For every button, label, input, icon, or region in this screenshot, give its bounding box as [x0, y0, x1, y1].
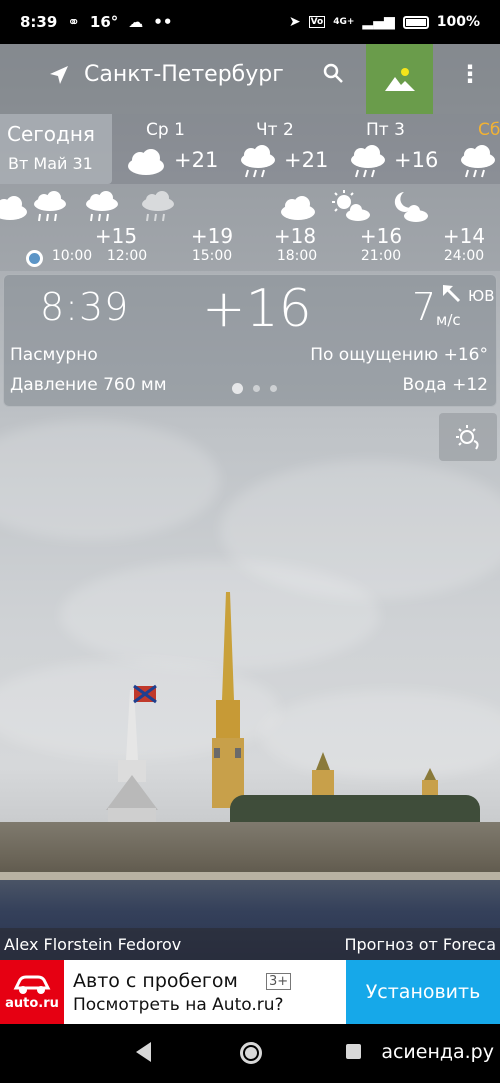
today-label: Сегодня — [7, 122, 95, 146]
more-notifications-icon: •• — [153, 13, 173, 31]
location-arrow-icon[interactable] — [48, 64, 70, 92]
hour-temp: +14 — [442, 224, 486, 248]
hour-time: 18:00 — [276, 248, 318, 264]
car-icon — [13, 975, 51, 994]
hour-temp: +15 — [94, 224, 138, 248]
current-hour-indicator — [26, 250, 43, 267]
status-bar: 8:39 ⚭ 16° ☁ •• ➤ Vo 4G+ ▂▄▆ 100% — [0, 0, 500, 44]
ad-logo: auto.ru — [0, 960, 64, 1024]
page-indicator — [232, 383, 277, 394]
status-time: 8:39 — [20, 13, 58, 31]
water-temperature: Вода +12 — [402, 375, 488, 395]
ad-title: Авто с пробегом — [73, 970, 238, 992]
hour-time: 10:00 — [51, 248, 93, 264]
wind-speed: 7 — [412, 285, 437, 329]
search-icon[interactable] — [322, 62, 344, 90]
location-arrow-icon: ➤ — [288, 14, 301, 30]
day-name: Пт 3 — [366, 120, 405, 140]
today-date: Вт Май 31 — [8, 154, 93, 173]
forecast-provider[interactable]: Прогноз от Foreca — [344, 935, 496, 954]
cloud-icon: ☁ — [128, 13, 144, 31]
day-item[interactable]: Сб — [456, 114, 500, 184]
sun-cloud-icon — [332, 190, 370, 221]
weather-effects-button[interactable] — [439, 413, 497, 461]
home-icon[interactable] — [240, 1042, 262, 1064]
day-name: Чт 2 — [256, 120, 294, 140]
battery-percent: 100% — [436, 14, 480, 30]
day-temp: +21 — [284, 148, 329, 172]
status-temp: 16° — [89, 13, 119, 31]
pressure: Давление 760 мм — [10, 375, 167, 395]
page-dot-active — [232, 383, 243, 394]
ad-logo-text: auto.ru — [5, 995, 59, 1011]
wind-direction: ЮВ — [468, 287, 495, 305]
signal-icon: ▂▄▆ — [362, 14, 395, 30]
cloud-rain-icon — [241, 145, 275, 178]
hour-temp: +16 — [359, 224, 403, 248]
more-menu-icon[interactable]: ⋮ — [458, 60, 482, 88]
ad-banner[interactable]: auto.ru Авто с пробегом 3+ Посмотреть на… — [0, 960, 500, 1024]
hour-time: 15:00 — [191, 248, 233, 264]
recent-apps-icon[interactable] — [346, 1044, 361, 1059]
age-rating: 3+ — [266, 973, 292, 990]
volte-icon: Vo — [308, 16, 326, 28]
page-dot — [253, 385, 260, 392]
wind-direction-icon — [442, 285, 462, 308]
ad-subtitle: Посмотреть на Auto.ru? — [73, 995, 284, 1015]
battery-icon — [402, 15, 429, 29]
current-temperature: +16 — [202, 279, 312, 339]
day-temp: +21 — [174, 148, 219, 172]
install-button[interactable]: Установить — [346, 960, 500, 1024]
cloud-rain-icon — [34, 191, 66, 222]
photo-credit-bar: Alex Florstein Fedorov Прогноз от Foreca — [0, 928, 500, 960]
cloud-icon — [128, 149, 164, 175]
day-item[interactable]: Чт 2 +21 — [236, 114, 356, 184]
cloud-rain-icon — [86, 191, 118, 222]
landscape-icon — [384, 68, 415, 91]
cloud-icon — [281, 196, 315, 220]
day-name: Сб — [478, 120, 500, 140]
city-name[interactable]: Санкт-Петербург — [84, 62, 284, 87]
cloud-rain-icon — [351, 145, 385, 178]
system-nav-bar: асиенда.ру — [0, 1024, 500, 1083]
hour-temp: +18 — [273, 224, 317, 248]
back-icon[interactable] — [136, 1042, 151, 1062]
trees — [230, 795, 480, 825]
moon-cloud-icon — [394, 192, 428, 222]
hour-temp: +19 — [190, 224, 234, 248]
weather-condition: Пасмурно — [10, 345, 98, 365]
cloud-icon — [0, 196, 27, 220]
cloud-rain-icon — [461, 145, 495, 178]
current-weather-card[interactable]: 8:39 +16 7 ЮВ м/с Пасмурно По ощущению +… — [3, 274, 497, 407]
page-dot — [270, 385, 277, 392]
background-picker-button[interactable] — [366, 44, 433, 114]
current-time: 8:39 — [40, 285, 130, 329]
day-item[interactable]: Пт 3 +16 — [346, 114, 466, 184]
app-header: Санкт-Петербург ⋮ — [0, 44, 500, 114]
sun-effects-icon — [456, 425, 479, 450]
photo-author[interactable]: Alex Florstein Fedorov — [4, 935, 181, 954]
wind-unit: м/с — [436, 311, 461, 329]
watermark: асиенда.ру — [381, 1041, 494, 1063]
link-icon: ⚭ — [67, 13, 80, 31]
daily-forecast: Сегодня Вт Май 31 Ср 1 +21 Чт 2 +21 Пт 3… — [0, 114, 500, 184]
day-temp: +16 — [394, 148, 439, 172]
hour-time: 12:00 — [106, 248, 148, 264]
day-name: Ср 1 — [146, 120, 185, 140]
hour-time: 24:00 — [443, 248, 485, 264]
feels-like: По ощущению +16° — [310, 345, 488, 365]
cloud-rain-icon — [142, 191, 174, 222]
hourly-forecast: 10:00 +15 12:00 +19 15:00 +18 18:00 +16 … — [0, 184, 500, 271]
hour-time: 21:00 — [360, 248, 402, 264]
day-item[interactable]: Ср 1 +21 — [124, 114, 244, 184]
day-today[interactable]: Сегодня Вт Май 31 — [0, 114, 112, 184]
network-type: 4G+ — [333, 17, 355, 27]
